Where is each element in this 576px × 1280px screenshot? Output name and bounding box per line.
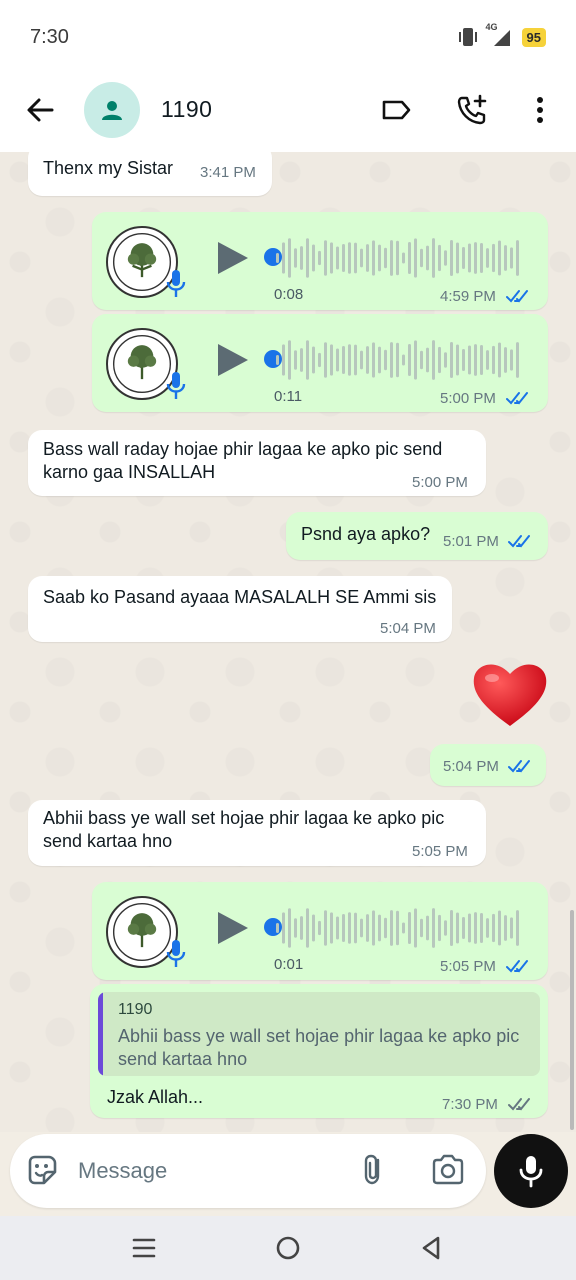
message-text: Saab ko Pasand ayaaa MASALALH SE Ammi si… bbox=[43, 587, 437, 607]
message-time: 3:41 PM bbox=[200, 164, 256, 181]
attach-icon[interactable] bbox=[356, 1152, 392, 1188]
chat-header: 1190 bbox=[0, 72, 576, 152]
mic-icon bbox=[519, 1156, 543, 1188]
voice-message[interactable]: 0:01 5:05 PM bbox=[92, 882, 548, 980]
message-text: Jzak Allah... bbox=[107, 1087, 204, 1107]
person-icon bbox=[102, 101, 122, 120]
back-arrow-icon[interactable] bbox=[22, 92, 58, 128]
read-receipt-icon bbox=[508, 760, 530, 773]
message-text: Thenx my Sistar bbox=[43, 158, 174, 178]
waveform bbox=[276, 340, 519, 380]
waveform bbox=[276, 908, 519, 948]
vibrate-icon bbox=[458, 28, 477, 46]
menu-icon[interactable] bbox=[128, 1232, 160, 1264]
message-time: 5:05 PM bbox=[440, 958, 496, 975]
message-incoming[interactable]: Abhii bass ye wall set hojae phir lagaa … bbox=[28, 800, 486, 866]
voice-message[interactable]: 0:08 4:59 PM bbox=[92, 212, 548, 310]
message-time: 5:01 PM bbox=[443, 533, 499, 550]
message-incoming[interactable]: Saab ko Pasand ayaaa MASALALH SE Ammi si… bbox=[28, 576, 452, 642]
read-receipt-icon bbox=[508, 535, 530, 548]
mic-icon bbox=[166, 940, 186, 967]
waveform bbox=[276, 238, 519, 278]
home-icon[interactable] bbox=[272, 1232, 304, 1264]
mic-icon bbox=[166, 270, 186, 297]
message-time: 5:04 PM bbox=[380, 620, 436, 637]
heart-emoji-icon bbox=[473, 664, 547, 726]
back-icon[interactable] bbox=[416, 1232, 448, 1264]
message-incoming[interactable]: Thenx my Sistar 3:41 PM bbox=[28, 152, 272, 196]
chat-area[interactable]: Thenx my Sistar 3:41 PM 0:08 4:59 PM 0:1… bbox=[0, 152, 576, 1132]
delivered-receipt-icon bbox=[508, 1098, 530, 1111]
more-vert-icon[interactable] bbox=[522, 92, 558, 128]
add-call-icon[interactable] bbox=[454, 92, 490, 128]
voice-message[interactable]: 0:11 5:00 PM bbox=[92, 314, 548, 412]
read-receipt-icon bbox=[506, 960, 528, 973]
emoji-message[interactable] bbox=[470, 658, 560, 742]
message-time: 5:00 PM bbox=[440, 390, 496, 407]
play-icon[interactable] bbox=[216, 342, 250, 378]
voice-duration: 0:01 bbox=[274, 956, 304, 973]
mic-icon bbox=[166, 372, 186, 399]
message-text: Bass wall raday hojae phir lagaa ke apko… bbox=[43, 439, 443, 482]
message-time: 4:59 PM bbox=[440, 288, 496, 305]
reply-message[interactable]: 1190 Abhii bass ye wall set hojae phir l… bbox=[90, 984, 548, 1118]
label-icon[interactable] bbox=[378, 92, 414, 128]
message-time: 5:04 PM bbox=[443, 758, 499, 775]
play-icon[interactable] bbox=[216, 240, 250, 276]
status-icons: 4G 95 bbox=[458, 22, 546, 48]
voice-duration: 0:11 bbox=[274, 388, 303, 405]
quoted-message[interactable]: 1190 Abhii bass ye wall set hojae phir l… bbox=[98, 992, 540, 1076]
battery-level: 95 bbox=[521, 27, 546, 47]
message-time: 5:05 PM bbox=[412, 843, 468, 860]
quoted-sender: 1190 bbox=[118, 1001, 153, 1018]
sticker-icon[interactable] bbox=[24, 1152, 60, 1188]
emoji-meta: 5:04 PM bbox=[430, 744, 546, 786]
system-nav-bar bbox=[0, 1216, 576, 1280]
status-time: 7:30 bbox=[30, 26, 69, 48]
contact-name[interactable]: 1190 bbox=[161, 96, 212, 123]
message-time: 5:00 PM bbox=[412, 474, 468, 491]
voice-record-button[interactable] bbox=[494, 1134, 568, 1208]
status-bar: 7:30 4G 95 bbox=[0, 0, 576, 72]
read-receipt-icon bbox=[506, 392, 528, 405]
contact-avatar[interactable] bbox=[84, 82, 140, 138]
message-time: 7:30 PM bbox=[442, 1096, 498, 1113]
message-input[interactable] bbox=[78, 1152, 338, 1190]
signal-icon: 4G bbox=[486, 22, 514, 48]
message-composer bbox=[10, 1134, 486, 1208]
quote-accent-bar bbox=[98, 992, 103, 1076]
message-text: Abhii bass ye wall set hojae phir lagaa … bbox=[43, 808, 445, 851]
message-outgoing[interactable]: Psnd aya apko? 5:01 PM bbox=[286, 512, 548, 560]
message-text: Psnd aya apko? bbox=[301, 524, 431, 544]
message-incoming[interactable]: Bass wall raday hojae phir lagaa ke apko… bbox=[28, 430, 486, 496]
voice-duration: 0:08 bbox=[274, 286, 304, 303]
play-icon[interactable] bbox=[216, 910, 250, 946]
camera-icon[interactable] bbox=[430, 1152, 466, 1188]
read-receipt-icon bbox=[506, 290, 528, 303]
scrollbar[interactable] bbox=[570, 910, 574, 1130]
quoted-text: Abhii bass ye wall set hojae phir lagaa … bbox=[118, 1026, 520, 1069]
